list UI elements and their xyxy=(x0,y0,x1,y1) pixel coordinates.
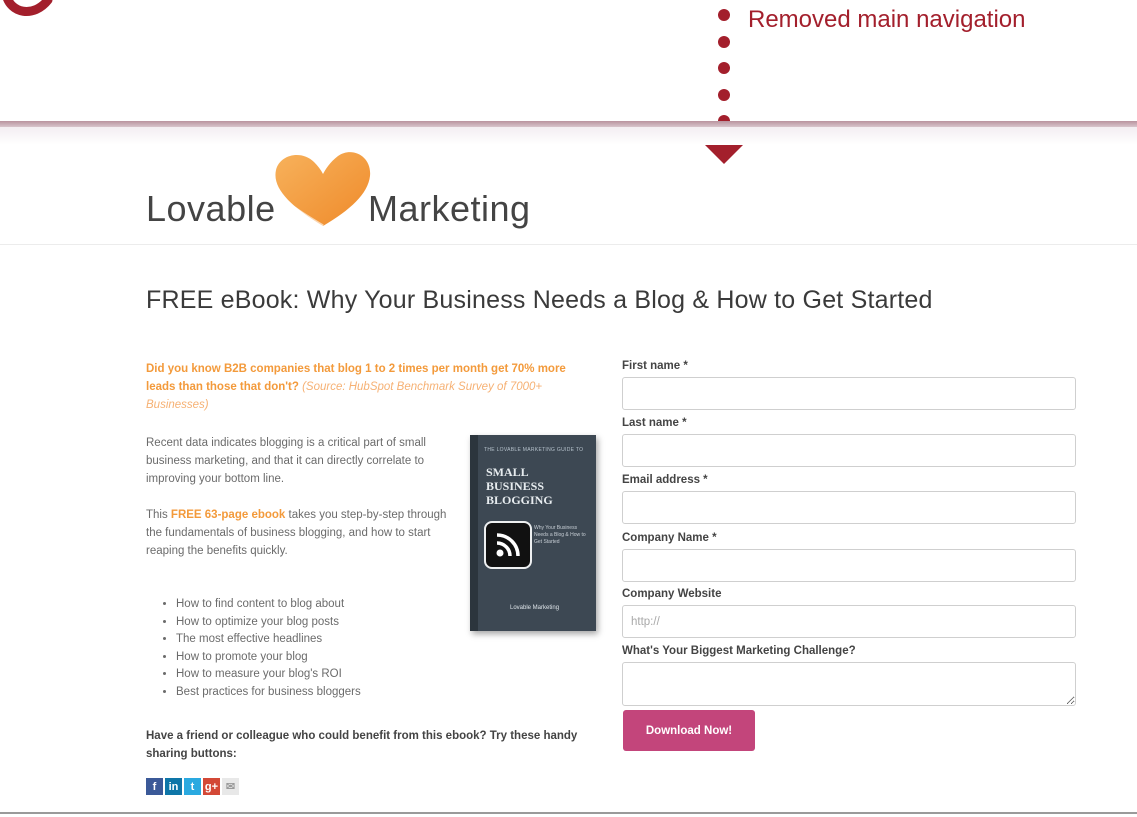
page-title: FREE eBook: Why Your Business Needs a Bl… xyxy=(146,286,933,314)
company-website-input[interactable] xyxy=(622,605,1076,638)
logo-text-right: Marketing xyxy=(368,188,531,229)
company-website-label: Company Website xyxy=(622,588,722,600)
para2-highlight: FREE 63-page ebook xyxy=(170,509,286,521)
annotation-corner-mark xyxy=(3,0,53,16)
first-name-label: First name * xyxy=(622,360,688,372)
intro-stat: Did you know B2B companies that blog 1 t… xyxy=(146,360,591,414)
rss-icon xyxy=(484,521,532,569)
company-name-input[interactable] xyxy=(622,549,1076,582)
annotation-dot xyxy=(718,89,730,101)
ebook-cover: THE LOVABLE MARKETING GUIDE TO SMALL BUS… xyxy=(470,435,596,631)
annotation-label: Removed main navigation xyxy=(748,6,1026,33)
download-now-button[interactable]: Download Now! xyxy=(623,710,755,751)
book-spine xyxy=(470,435,478,631)
logo-text-left: Lovable xyxy=(146,188,276,229)
marketing-challenge-label: What's Your Biggest Marketing Challenge? xyxy=(622,645,856,657)
email-input[interactable] xyxy=(622,491,1076,524)
annotation-dot xyxy=(718,9,730,21)
book-logo: Lovable Marketing xyxy=(510,605,560,611)
first-name-input[interactable] xyxy=(622,377,1076,410)
facebook-icon[interactable]: f xyxy=(146,778,163,795)
book-title: SMALL BUSINESS BLOGGING xyxy=(486,465,553,507)
annotation-dot xyxy=(718,36,730,48)
footer-divider xyxy=(0,812,1137,814)
removed-navigation-shadow xyxy=(0,127,1137,145)
book-subtitle: Why Your Business Needs a Blog & How to … xyxy=(534,525,586,545)
body-paragraph-1: Recent data indicates blogging is a crit… xyxy=(146,437,426,485)
heart-icon xyxy=(275,152,371,228)
list-item: The most effective headlines xyxy=(176,631,361,649)
header-divider xyxy=(0,244,1137,245)
list-item: Best practices for business bloggers xyxy=(176,684,361,702)
book-top-text: THE LOVABLE MARKETING GUIDE TO xyxy=(484,447,584,453)
company-name-label: Company Name * xyxy=(622,532,717,544)
body-paragraph-2: This FREE 63-page ebook takes you step-b… xyxy=(146,506,456,560)
twitter-icon[interactable]: t xyxy=(184,778,201,795)
list-item: How to measure your blog's ROI xyxy=(176,666,361,684)
last-name-input[interactable] xyxy=(622,434,1076,467)
linkedin-icon[interactable]: in xyxy=(165,778,182,795)
para2-prefix: This xyxy=(146,509,171,521)
email-icon[interactable]: ✉ xyxy=(222,778,239,795)
share-prompt: Have a friend or colleague who could ben… xyxy=(146,730,578,760)
last-name-label: Last name * xyxy=(622,417,687,429)
email-label: Email address * xyxy=(622,474,708,486)
marketing-challenge-textarea[interactable] xyxy=(622,662,1076,706)
list-item: How to find content to blog about xyxy=(176,596,361,614)
annotation-dot xyxy=(718,62,730,74)
list-item: How to optimize your blog posts xyxy=(176,614,361,632)
list-item: How to promote your blog xyxy=(176,649,361,667)
benefits-list: How to find content to blog about How to… xyxy=(162,596,361,701)
share-buttons: f in t g+ ✉ xyxy=(146,778,239,795)
google-plus-icon[interactable]: g+ xyxy=(203,778,220,795)
